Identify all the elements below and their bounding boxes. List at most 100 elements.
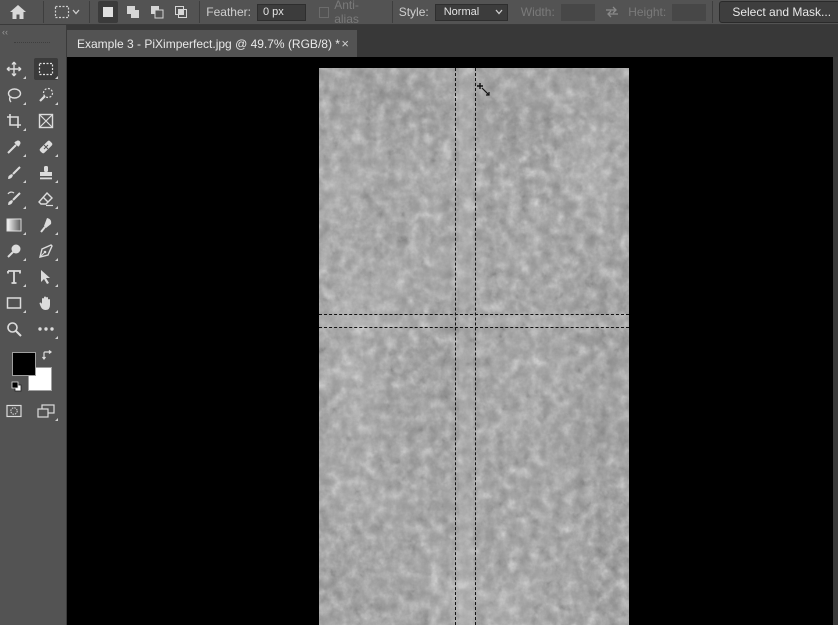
quick-selection-tool-icon (39, 87, 54, 102)
quick-mask-button[interactable] (2, 400, 26, 422)
quick-selection-tool-button[interactable] (34, 84, 58, 106)
document-tab[interactable]: Example 3 - PiXimperfect.jpg @ 49.7% (RG… (67, 30, 357, 57)
eraser-tool-icon (38, 191, 53, 207)
chevron-down-icon (495, 9, 503, 15)
selection-marquee-edge (319, 327, 629, 328)
foreground-color-swatch[interactable] (12, 352, 36, 376)
clone-stamp-tool-button[interactable] (34, 162, 58, 184)
home-button[interactable] (0, 1, 37, 23)
history-brush-tool-icon (7, 191, 21, 205)
healing-brush-tool-button[interactable] (34, 136, 58, 158)
swap-colors-button[interactable] (42, 350, 53, 364)
zoom-tool-button[interactable] (2, 318, 26, 340)
style-label: Style: (398, 5, 429, 19)
pen-tool-button[interactable] (34, 240, 58, 262)
height-input[interactable] (672, 3, 707, 21)
more-tools-icon (38, 327, 54, 331)
subtract-from-selection-icon (150, 6, 164, 19)
hand-tool-button[interactable] (34, 292, 58, 314)
divider (391, 1, 393, 23)
rectangular-marquee-tool-icon (38, 62, 54, 76)
history-brush-tool-button[interactable] (2, 188, 26, 210)
rectangle-tool-button[interactable] (2, 292, 26, 314)
crop-tool-icon (7, 114, 21, 128)
document-tab-bar: Example 3 - PiXimperfect.jpg @ 49.7% (RG… (67, 25, 838, 57)
default-colors-button[interactable] (11, 381, 22, 395)
divider (199, 1, 201, 23)
quick-mask-icon (6, 404, 22, 418)
height-label: Height: (628, 5, 667, 19)
selection-marquee-edge (455, 68, 456, 625)
type-tool-button[interactable] (2, 266, 26, 288)
close-icon[interactable]: × (341, 36, 349, 51)
add-to-selection-icon (126, 6, 139, 18)
lasso-tool-button[interactable] (2, 84, 26, 106)
intersect-selection-icon (175, 6, 188, 18)
eyedropper-tool-button[interactable] (2, 136, 26, 158)
marquee-add-cursor-icon (477, 83, 490, 96)
path-selection-tool-button[interactable] (34, 266, 58, 288)
vertical-scrollbar[interactable] (833, 57, 838, 625)
style-dropdown[interactable]: Normal (434, 3, 508, 21)
selection-marquee-edge (475, 68, 476, 625)
dodge-tool-button[interactable] (2, 240, 26, 262)
swap-arrows-icon (605, 6, 618, 18)
hand-tool-icon (39, 296, 50, 310)
width-input[interactable] (560, 3, 595, 21)
anti-alias-label: Anti-alias (334, 0, 359, 26)
gradient-tool-button[interactable] (2, 214, 26, 236)
clone-stamp-tool-icon (40, 166, 52, 180)
frame-tool-button[interactable] (34, 110, 58, 132)
add-to-selection-button[interactable] (122, 1, 142, 23)
rectangular-marquee-tool-button[interactable] (34, 58, 58, 80)
tool-preset-picker[interactable] (50, 1, 83, 23)
smudge-tool-button[interactable] (34, 214, 58, 236)
move-tool-icon (6, 61, 22, 77)
rectangular-marquee-icon (54, 5, 69, 19)
document-title: Example 3 - PiXimperfect.jpg @ 49.7% (RG… (77, 36, 340, 51)
brush-tool-icon (8, 166, 21, 179)
screen-mode-icon (37, 404, 55, 418)
collapse-panel-icon[interactable]: ‹‹ (2, 28, 8, 37)
horizontal-seam (319, 315, 629, 327)
divider (89, 1, 91, 23)
panel-grip[interactable] (14, 42, 50, 45)
more-tools-button[interactable] (34, 318, 58, 340)
feather-input[interactable]: 0 px (256, 3, 306, 21)
tools-panel: ‹‹ (0, 25, 67, 625)
intersect-selection-button[interactable] (171, 1, 191, 23)
swap-colors-icon (42, 350, 52, 360)
subtract-from-selection-button[interactable] (147, 1, 167, 23)
gradient-tool-icon (6, 218, 22, 232)
vertical-seam (459, 68, 473, 625)
eraser-tool-button[interactable] (34, 188, 58, 210)
divider (42, 1, 44, 23)
smudge-tool-icon (40, 218, 52, 233)
width-label: Width: (520, 5, 555, 19)
type-tool-icon (7, 270, 21, 284)
zoom-tool-icon (7, 322, 22, 337)
screen-mode-button[interactable] (34, 400, 58, 422)
anti-alias-checkbox[interactable] (318, 6, 330, 18)
home-icon (10, 5, 27, 19)
brush-tool-button[interactable] (2, 162, 26, 184)
select-and-mask-button[interactable]: Select and Mask... (719, 1, 838, 23)
move-tool-button[interactable] (2, 58, 26, 80)
feather-label: Feather: (206, 5, 251, 19)
new-selection-button[interactable] (98, 1, 119, 23)
healing-brush-tool-icon (39, 140, 53, 154)
rectangle-tool-icon (6, 297, 22, 309)
stone-texture-image (319, 68, 629, 625)
path-selection-tool-icon (41, 270, 50, 284)
new-selection-icon (103, 7, 114, 17)
frame-tool-icon (38, 113, 54, 129)
crop-tool-button[interactable] (2, 110, 26, 132)
style-value: Normal (443, 6, 480, 18)
canvas-area[interactable] (67, 57, 833, 625)
document-image[interactable] (319, 68, 629, 625)
dodge-tool-icon (7, 244, 21, 258)
default-colors-icon (11, 381, 22, 392)
swap-dimensions-button[interactable] (595, 1, 628, 23)
eyedropper-tool-icon (7, 140, 21, 154)
chevron-down-icon (72, 9, 79, 15)
